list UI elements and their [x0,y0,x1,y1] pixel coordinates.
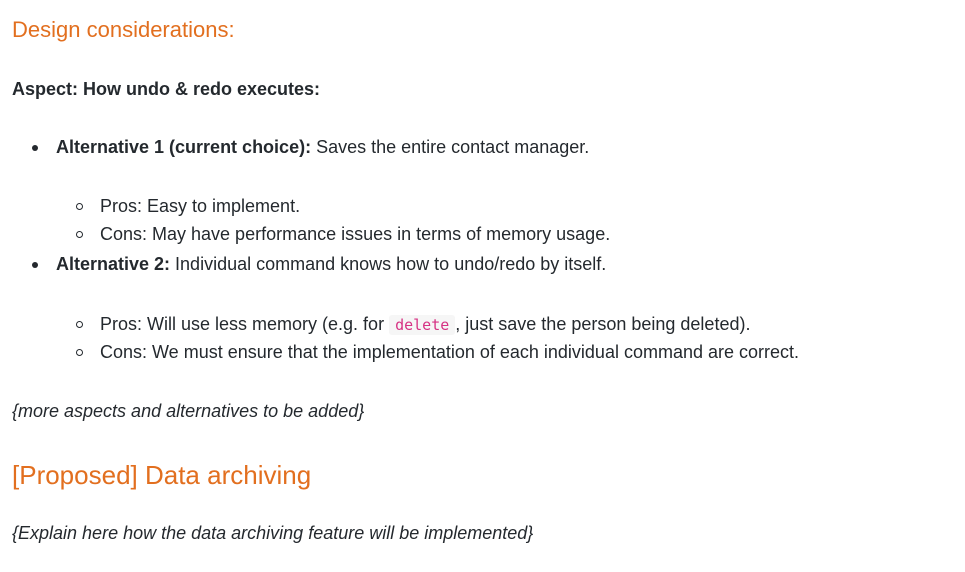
alternative-1-pros: Pros: Easy to implement. [100,196,301,216]
bullet-circle-icon [76,203,83,210]
inline-code-delete: delete [389,315,456,335]
alternative-1-label: Alternative 1 (current choice): [56,137,312,157]
bullet-circle-icon [76,349,83,356]
alternative-2-pros-text: Pros: Will use less memory (e.g. for [100,314,390,334]
bullet-circle-icon [76,231,83,238]
alternative-2-pros-text-end: , just save the person being deleted). [455,314,751,334]
alternative-2-text: Individual command knows how to undo/red… [170,254,607,274]
bullet-disc-icon [32,145,38,151]
explain-note: {Explain here how the data archiving fea… [12,523,534,543]
design-considerations-heading: Design considerations: [12,17,235,42]
alternative-2-label: Alternative 2: [56,254,171,274]
proposed-data-archiving-heading: [Proposed] Data archiving [12,460,312,490]
aspect-heading: Aspect: How undo & redo executes: [12,79,321,99]
alternative-1-cons: Cons: May have performance issues in ter… [100,224,611,244]
bullet-disc-icon [32,262,38,268]
bullet-circle-icon [76,321,83,328]
alternative-2-cons: Cons: We must ensure that the implementa… [100,342,800,362]
alternative-1-text: Saves the entire contact manager. [311,137,590,157]
more-aspects-note: {more aspects and alternatives to be add… [12,401,365,421]
